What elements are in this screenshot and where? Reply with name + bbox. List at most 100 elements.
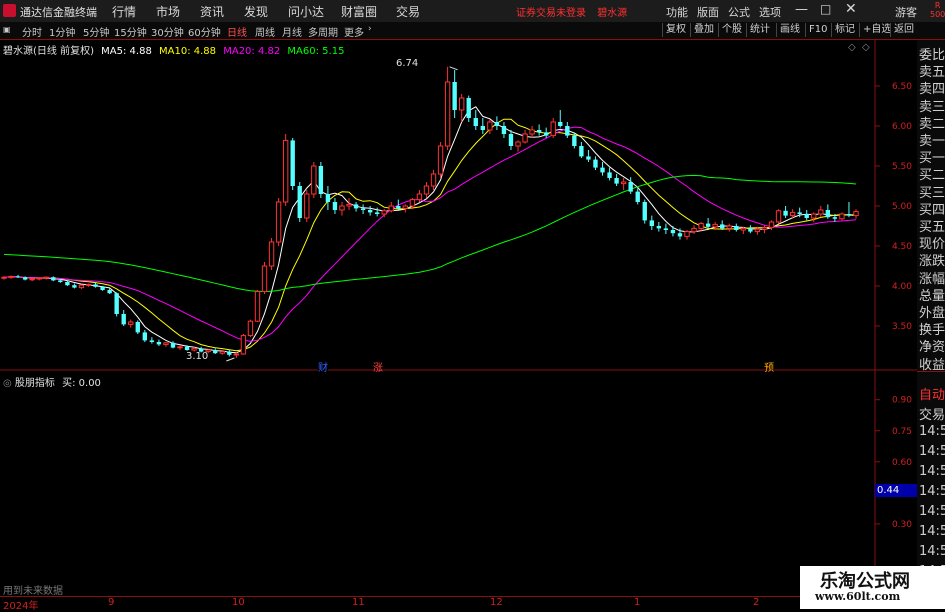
candle-body (213, 350, 218, 354)
current-value-tag: 0.44 (875, 484, 917, 497)
diamond-icon[interactable]: ◇ (848, 42, 856, 53)
watermark-url: www.60lt.com (815, 590, 901, 603)
candle-body (304, 193, 310, 219)
date-label: 2024年 (3, 601, 39, 612)
close-icon[interactable]: ✕ (845, 1, 857, 17)
candle-body (832, 217, 838, 219)
indicator-toggle-icon[interactable]: ◎ (3, 378, 12, 389)
candle-body (670, 230, 676, 234)
candle-body (508, 134, 514, 146)
side-item: 总量 (919, 288, 945, 304)
period-5min[interactable]: 5分钟 (83, 24, 109, 39)
candle-body (579, 146, 584, 157)
side-item: 换手 (919, 323, 945, 339)
ma10-line (3, 118, 857, 352)
menu-banmian[interactable]: 版面 (697, 4, 719, 20)
date-label: 1 (634, 597, 641, 608)
candle-body (275, 201, 282, 243)
btn-fuquan[interactable]: 复权 (662, 23, 689, 37)
candle-body (811, 213, 817, 219)
maximize-icon[interactable]: □ (820, 2, 831, 16)
candle-body (107, 290, 112, 294)
menu-wenxiaoda[interactable]: 问小达 (288, 3, 324, 20)
candle-body (529, 129, 535, 135)
candle-body (565, 126, 570, 136)
candle-body (783, 210, 788, 216)
btn-f10[interactable]: F10 (805, 23, 830, 37)
login-warning[interactable]: 证券交易未登录 碧水源 (516, 4, 627, 19)
candle-body (1, 276, 7, 279)
candle-body (677, 233, 683, 237)
y-tick-label: 5.50 (892, 162, 912, 172)
period-more[interactable]: 更多 (344, 24, 364, 39)
btn-gegu[interactable]: 个股 (718, 23, 745, 37)
menu-gongshi[interactable]: 公式 (728, 4, 750, 20)
candle-body (734, 226, 739, 230)
menu-faxian[interactable]: 发现 (244, 3, 268, 20)
candle-body (282, 139, 289, 203)
legend-ma10: MA10: 4.88 (159, 46, 217, 57)
btn-huaxian[interactable]: 画线 (776, 23, 803, 37)
date-label: 2 (753, 597, 760, 608)
btn-diejia[interactable]: 叠加 (690, 23, 717, 37)
menu-caifuquan[interactable]: 财富圈 (341, 3, 377, 20)
candle-body (423, 185, 430, 195)
period-1min[interactable]: 1分钟 (49, 24, 75, 39)
side-item: 卖三 (919, 99, 945, 115)
y-tick-label: 5.00 (892, 202, 912, 212)
side-item: 14:56 (919, 444, 945, 459)
candle-body (219, 351, 225, 354)
period-monthly[interactable]: 月线 (282, 24, 302, 39)
guest-label[interactable]: 游客 (895, 4, 917, 20)
menu-jiaoyi[interactable]: 交易 (396, 3, 420, 20)
side-item: 买二 (919, 168, 945, 184)
candle-body (22, 277, 28, 280)
indicator-chart[interactable]: 0.900.750.600.450.30 (0, 371, 917, 596)
side-item: 卖五 (919, 65, 945, 81)
period-weekly[interactable]: 周线 (255, 24, 275, 39)
side-item: 外盘 (919, 306, 945, 321)
side-item: 委比 (919, 48, 945, 63)
candle-body (170, 342, 176, 348)
candle-body (459, 97, 465, 111)
menu-gongneng[interactable]: 功能 (666, 4, 688, 20)
btn-biaoji[interactable]: 标记 (831, 23, 858, 37)
period-15min[interactable]: 15分钟 (114, 24, 147, 39)
candle-body (712, 223, 718, 228)
period-60min[interactable]: 60分钟 (188, 24, 221, 39)
period-30min[interactable]: 30分钟 (151, 24, 184, 39)
dropdown-toggle-icon[interactable]: ◇ (862, 42, 870, 53)
btn-return[interactable]: 返回 (890, 23, 917, 37)
candle-body (656, 226, 662, 229)
period-daily[interactable]: 日线 (227, 24, 247, 39)
candle-body (233, 353, 240, 356)
btn-tongji[interactable]: 统计 (746, 23, 773, 37)
candle-body (698, 223, 704, 229)
menu-xuanxiang[interactable]: 选项 (759, 4, 781, 20)
side-item: 14:56 (919, 484, 945, 499)
candle-body (430, 173, 437, 187)
candle-body (473, 118, 478, 126)
candle-body (522, 133, 528, 143)
more-chevron-icon[interactable]: › (368, 24, 372, 34)
minimize-icon[interactable]: — (795, 2, 808, 17)
candle-body (600, 167, 605, 173)
side-item: 自动 (919, 388, 945, 403)
candle-body (635, 191, 640, 202)
period-fenshi[interactable]: 分时 (22, 24, 42, 39)
side-item: 现价 (919, 237, 945, 253)
menu-zixun[interactable]: 资讯 (200, 3, 224, 20)
candle-body (339, 205, 345, 211)
candle-body (825, 210, 831, 218)
period-multi[interactable]: 多周期 (308, 24, 338, 39)
candlestick-chart[interactable]: 6.50 6.00 5.50 5.00 4.50 4.00 3.50 (0, 40, 917, 371)
low-price-label: 3.10 (186, 351, 209, 362)
candle-body (381, 210, 387, 215)
side-item: 卖四 (919, 82, 945, 98)
square-icon[interactable]: ▣ (3, 25, 11, 34)
candle-body (536, 130, 542, 133)
candle-body (346, 203, 352, 207)
menu-hangqing[interactable]: 行情 (112, 3, 136, 20)
candle-body (78, 284, 85, 289)
menu-shichang[interactable]: 市场 (156, 3, 180, 20)
